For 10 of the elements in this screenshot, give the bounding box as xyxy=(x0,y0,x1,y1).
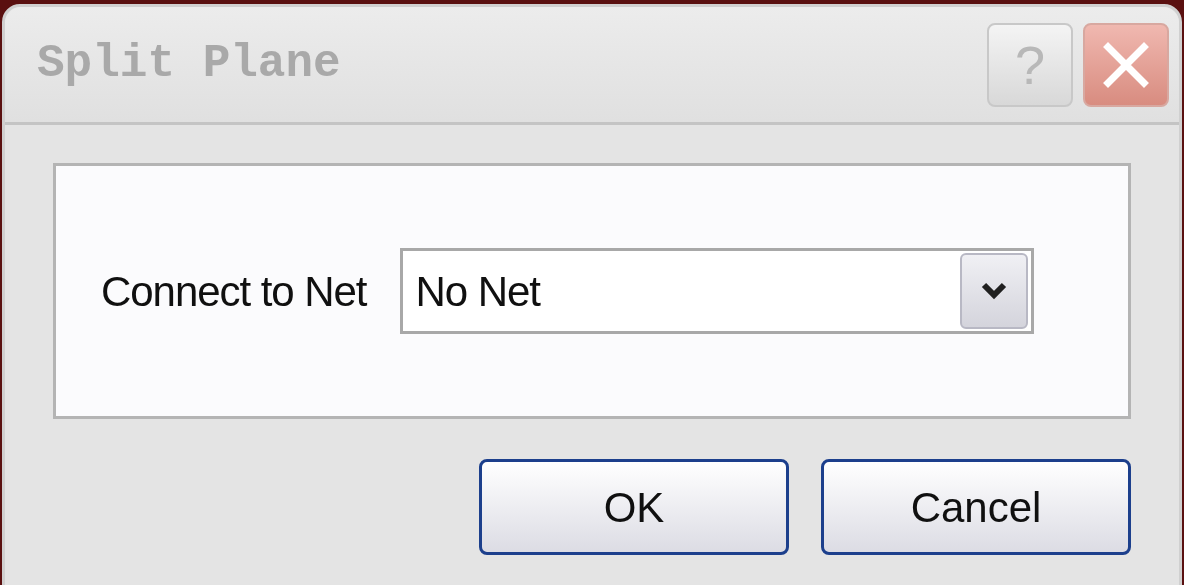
dropdown-button[interactable] xyxy=(960,253,1029,329)
dropdown-value: No Net xyxy=(415,266,540,317)
dialog-button[interactable]: OK xyxy=(479,459,789,555)
dialog-button[interactable]: Cancel xyxy=(821,459,1131,555)
window-title: Split Plane xyxy=(37,37,341,92)
field-label: Connect to Net xyxy=(101,266,367,317)
chevron-down-icon xyxy=(981,282,1008,300)
net-dropdown[interactable]: No Net xyxy=(400,248,1035,334)
close-icon xyxy=(1102,40,1150,89)
close-button[interactable] xyxy=(1083,22,1169,107)
